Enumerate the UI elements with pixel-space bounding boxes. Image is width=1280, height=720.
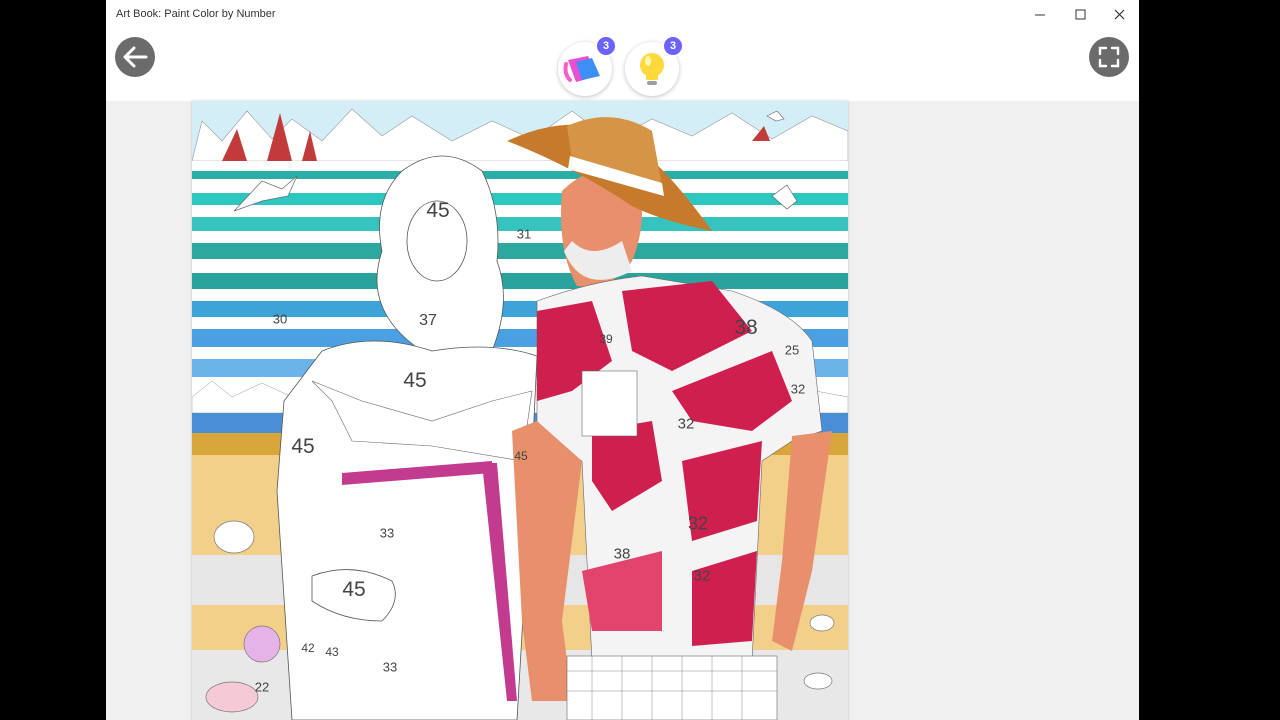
- minimize-icon: [1034, 14, 1045, 15]
- fill-tool-button[interactable]: 3: [558, 35, 617, 96]
- region-number[interactable]: 39: [599, 332, 612, 346]
- fullscreen-button[interactable]: [1089, 37, 1129, 77]
- back-button[interactable]: [115, 37, 155, 77]
- region-number[interactable]: 38: [614, 546, 631, 563]
- fullscreen-icon: [1098, 46, 1120, 68]
- close-icon: [1114, 9, 1124, 19]
- maximize-button[interactable]: [1060, 0, 1100, 28]
- region-number[interactable]: 45: [514, 449, 527, 463]
- region-number[interactable]: 42: [301, 641, 314, 655]
- region-number[interactable]: 45: [403, 369, 426, 393]
- region-number[interactable]: 30: [273, 312, 287, 327]
- coloring-canvas[interactable]: 45 31 30 37 38 25 39 45 32 45 45 32 33 3…: [192, 101, 848, 720]
- window-title: Art Book: Paint Color by Number: [116, 8, 276, 20]
- region-number[interactable]: 22: [255, 680, 269, 695]
- maximize-icon: [1075, 9, 1085, 19]
- region-number[interactable]: 45: [342, 578, 365, 602]
- region-number[interactable]: 38: [734, 316, 757, 340]
- region-number[interactable]: 45: [291, 435, 314, 459]
- region-number[interactable]: 32: [694, 568, 711, 585]
- close-button[interactable]: [1099, 0, 1139, 28]
- region-number[interactable]: 31: [517, 227, 531, 242]
- app-window: Art Book: Paint Color by Number 3 3 45 3…: [106, 0, 1139, 720]
- region-number[interactable]: 32: [688, 514, 708, 535]
- region-number[interactable]: 37: [419, 312, 437, 330]
- region-number[interactable]: 45: [426, 199, 449, 223]
- title-bar: Art Book: Paint Color by Number: [106, 0, 1139, 28]
- arrow-left-icon: [123, 46, 148, 68]
- minimize-button[interactable]: [1020, 0, 1060, 28]
- region-number[interactable]: 33: [380, 526, 394, 541]
- toolbar: 3 3: [106, 28, 1139, 101]
- region-number[interactable]: 25: [785, 343, 799, 358]
- region-number[interactable]: 33: [383, 660, 397, 675]
- hint-count-badge: 3: [662, 35, 684, 57]
- region-number[interactable]: 43: [325, 645, 338, 659]
- hint-button[interactable]: 3: [625, 35, 684, 96]
- region-number[interactable]: 32: [791, 382, 805, 397]
- coloring-artwork: [192, 101, 848, 720]
- fill-count-badge: 3: [595, 35, 617, 57]
- region-number[interactable]: 32: [678, 416, 695, 433]
